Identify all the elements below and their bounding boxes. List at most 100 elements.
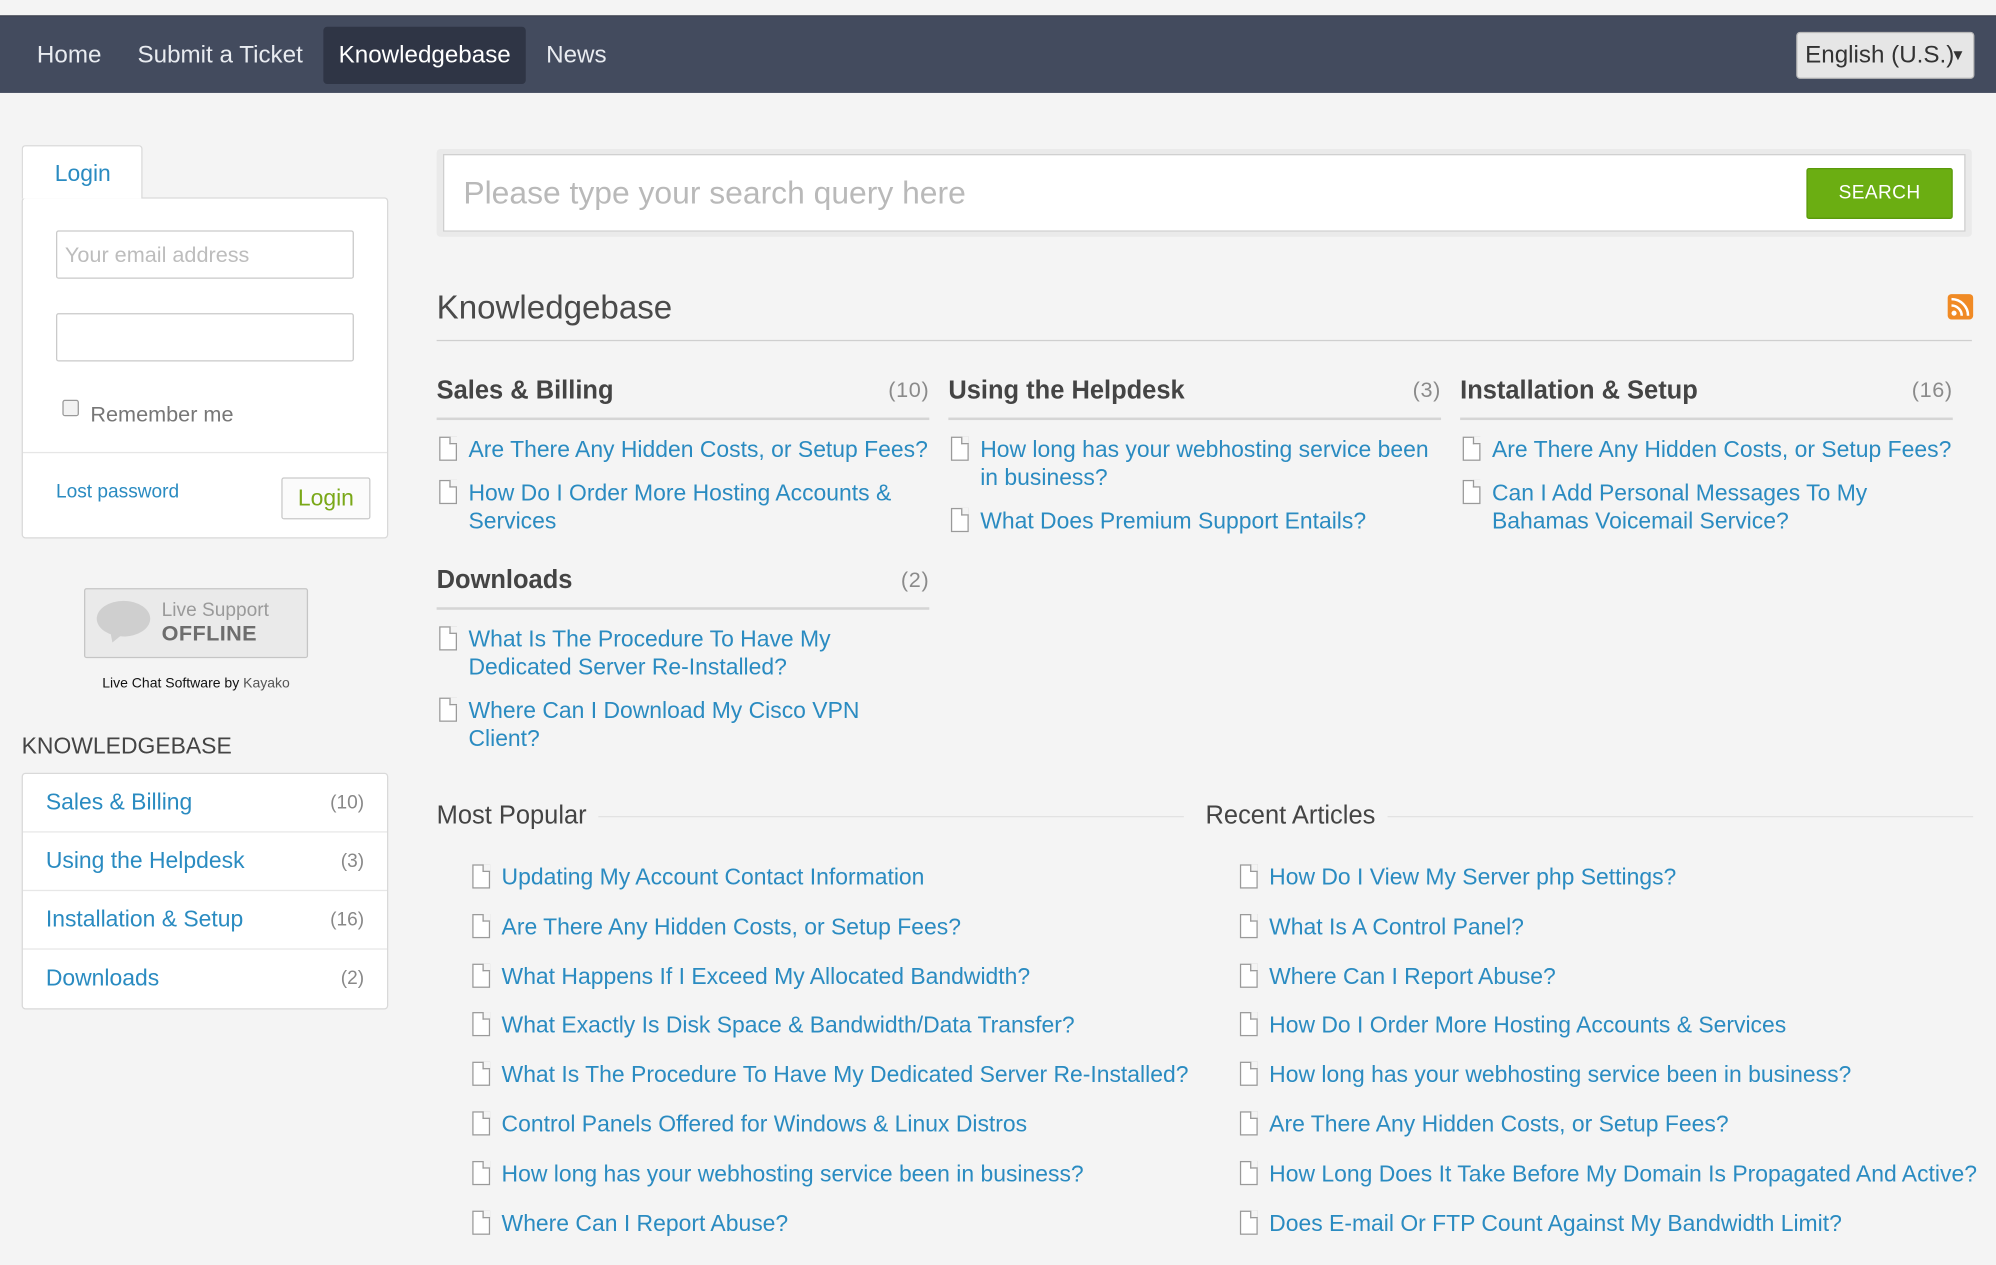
article-link[interactable]: Are There Any Hidden Costs, or Setup Fee… [1237, 1110, 1729, 1138]
article-title: Control Panels Offered for Windows & Lin… [501, 1111, 1028, 1137]
search-input[interactable]: Please type your search query here SEARC… [443, 154, 1966, 232]
article-title: How Do I Order More Hosting Accounts & S… [1269, 1012, 1787, 1038]
category-downloads: Downloads (2) What Is The Procedure To H… [436, 564, 930, 752]
sidebar-item-count: (16) [330, 908, 365, 931]
sidebar-item-sales-billing[interactable]: Sales & Billing (10) [22, 774, 387, 833]
category-count: (10) [888, 378, 930, 403]
article-link[interactable]: What Does Premium Support Entails? [948, 507, 1441, 535]
article-link[interactable]: Are There Any Hidden Costs, or Setup Fee… [1460, 435, 1953, 463]
article-link[interactable]: Are There Any Hidden Costs, or Setup Fee… [470, 912, 961, 940]
article-link[interactable]: Can I Add Personal Messages To My Bahama… [1460, 479, 1953, 535]
article-title: What Does Premium Support Entails? [980, 507, 1367, 534]
article-title: How Long Does It Take Before My Domain I… [1269, 1160, 1977, 1187]
password-field[interactable] [56, 313, 354, 362]
article-link[interactable]: How long has your webhosting service bee… [470, 1159, 1084, 1187]
article-title: How long has your webhosting service bee… [501, 1160, 1084, 1187]
category-sales-billing: Sales & Billing (10) Are There Any Hidde… [436, 374, 930, 535]
category-using-helpdesk: Using the Helpdesk (3) How long has your… [948, 374, 1442, 535]
article-title: How long has your webhosting service bee… [980, 436, 1429, 491]
sidebar-item-count: (3) [340, 850, 365, 873]
search-bar: Please type your search query here SEARC… [436, 148, 1972, 237]
article-link[interactable]: How long has your webhosting service bee… [1237, 1061, 1851, 1089]
article-title: Are There Any Hidden Costs, or Setup Fee… [501, 913, 961, 940]
article-title: How long has your webhosting service bee… [1269, 1061, 1852, 1088]
document-icon [472, 1012, 491, 1037]
sidebar-item-installation-setup[interactable]: Installation & Setup (16) [22, 891, 387, 950]
document-icon [950, 507, 969, 533]
document-icon [1239, 1012, 1258, 1037]
sidebar-item-label: Using the Helpdesk [45, 847, 245, 874]
document-icon [1239, 1061, 1258, 1087]
article-link[interactable]: Where Can I Download My Cisco VPN Client… [437, 696, 930, 752]
article-link[interactable]: Updating My Account Contact Information [470, 863, 925, 891]
article-title: Are There Any Hidden Costs, or Setup Fee… [1269, 1111, 1729, 1137]
recent-articles-divider [1387, 815, 1974, 818]
live-support-label: Live Support [161, 599, 269, 622]
category-count: (2) [900, 567, 930, 592]
article-link[interactable]: How Do I Order More Hosting Accounts & S… [437, 479, 930, 535]
login-tab[interactable]: Login [21, 145, 143, 199]
rss-icon[interactable] [1947, 294, 1974, 320]
article-title: What Is The Procedure To Have My Dedicat… [468, 626, 831, 680]
sidebar-item-count: (2) [340, 967, 365, 990]
article-link[interactable]: How Do I View My Server php Settings? [1237, 863, 1676, 891]
article-title: Where Can I Download My Cisco VPN Client… [468, 697, 860, 752]
sidebar-item-downloads[interactable]: Downloads (2) [23, 950, 387, 1009]
article-link[interactable]: What Is A Control Panel? [1237, 912, 1524, 940]
article-title: Updating My Account Contact Information [501, 864, 925, 890]
language-select[interactable]: English (U.S.) ▼ [1796, 31, 1975, 79]
article-title: Are There Any Hidden Costs, or Setup Fee… [468, 436, 928, 463]
document-icon [472, 1210, 491, 1235]
live-support-button[interactable]: Live Support OFFLINE [84, 588, 309, 659]
nav-submit-ticket[interactable]: Submit a Ticket [122, 27, 318, 84]
document-icon [1462, 436, 1481, 461]
lost-password-link[interactable]: Lost password [56, 481, 179, 503]
article-title: What Is The Procedure To Have My Dedicat… [501, 1061, 1189, 1088]
article-link[interactable]: What Is The Procedure To Have My Dedicat… [470, 1061, 1189, 1089]
remember-me[interactable]: Remember me [62, 399, 234, 427]
article-link[interactable]: How Long Does It Take Before My Domain I… [1237, 1159, 1977, 1187]
kayako-link[interactable]: Kayako [243, 676, 290, 691]
article-link[interactable]: Control Panels Offered for Windows & Lin… [470, 1110, 1027, 1138]
category-header: Downloads (2) [436, 564, 930, 610]
document-icon [472, 913, 491, 938]
article-title: Where Can I Report Abuse? [1269, 963, 1556, 989]
document-icon [1239, 913, 1258, 938]
login-button[interactable]: Login [281, 477, 371, 520]
article-link[interactable]: Are There Any Hidden Costs, or Setup Fee… [437, 435, 930, 463]
category-header: Installation & Setup (16) [1460, 374, 1953, 421]
nav-news[interactable]: News [531, 27, 622, 84]
article-link[interactable]: Does E-mail Or FTP Count Against My Band… [1237, 1209, 1842, 1237]
recent-articles-heading: Recent Articles [1205, 801, 1376, 830]
article-link[interactable]: What Exactly Is Disk Space & Bandwidth/D… [470, 1011, 1075, 1039]
article-title: What Happens If I Exceed My Allocated Ba… [501, 963, 1031, 989]
article-link[interactable]: Where Can I Report Abuse? [470, 1209, 788, 1237]
category-title[interactable]: Downloads [437, 566, 573, 595]
nav-knowledgebase[interactable]: Knowledgebase [323, 26, 527, 85]
category-title[interactable]: Installation & Setup [1460, 377, 1698, 406]
remember-label: Remember me [90, 402, 234, 427]
article-link[interactable]: How long has your webhosting service bee… [948, 435, 1441, 491]
sidebar-item-count: (10) [330, 791, 365, 814]
document-icon [950, 436, 969, 461]
sidebar-item-using-helpdesk[interactable]: Using the Helpdesk (3) [22, 833, 387, 892]
article-link[interactable]: What Is The Procedure To Have My Dedicat… [437, 625, 930, 681]
article-link[interactable]: What Happens If I Exceed My Allocated Ba… [470, 962, 1030, 990]
email-field[interactable]: Your email address [56, 230, 354, 279]
language-value: English (U.S.) [1805, 42, 1955, 69]
remember-checkbox[interactable] [62, 399, 79, 417]
category-title[interactable]: Sales & Billing [437, 377, 614, 406]
category-title[interactable]: Using the Helpdesk [948, 377, 1184, 406]
document-icon [1239, 1111, 1258, 1136]
live-chat-credit: Live Chat Software by Kayako [22, 676, 371, 691]
article-link[interactable]: Where Can I Report Abuse? [1237, 962, 1556, 990]
search-button[interactable]: SEARCH [1806, 168, 1953, 219]
navbar: Home Submit a Ticket Knowledgebase News … [0, 16, 1996, 93]
article-link[interactable]: How Do I Order More Hosting Accounts & S… [1237, 1011, 1786, 1039]
sidebar-category-list: Sales & Billing (10) Using the Helpdesk … [21, 772, 389, 1010]
document-icon [1239, 1160, 1258, 1185]
document-icon [1239, 1210, 1258, 1235]
article-title: Does E-mail Or FTP Count Against My Band… [1269, 1210, 1842, 1236]
document-icon [439, 436, 458, 461]
nav-home[interactable]: Home [22, 27, 117, 84]
